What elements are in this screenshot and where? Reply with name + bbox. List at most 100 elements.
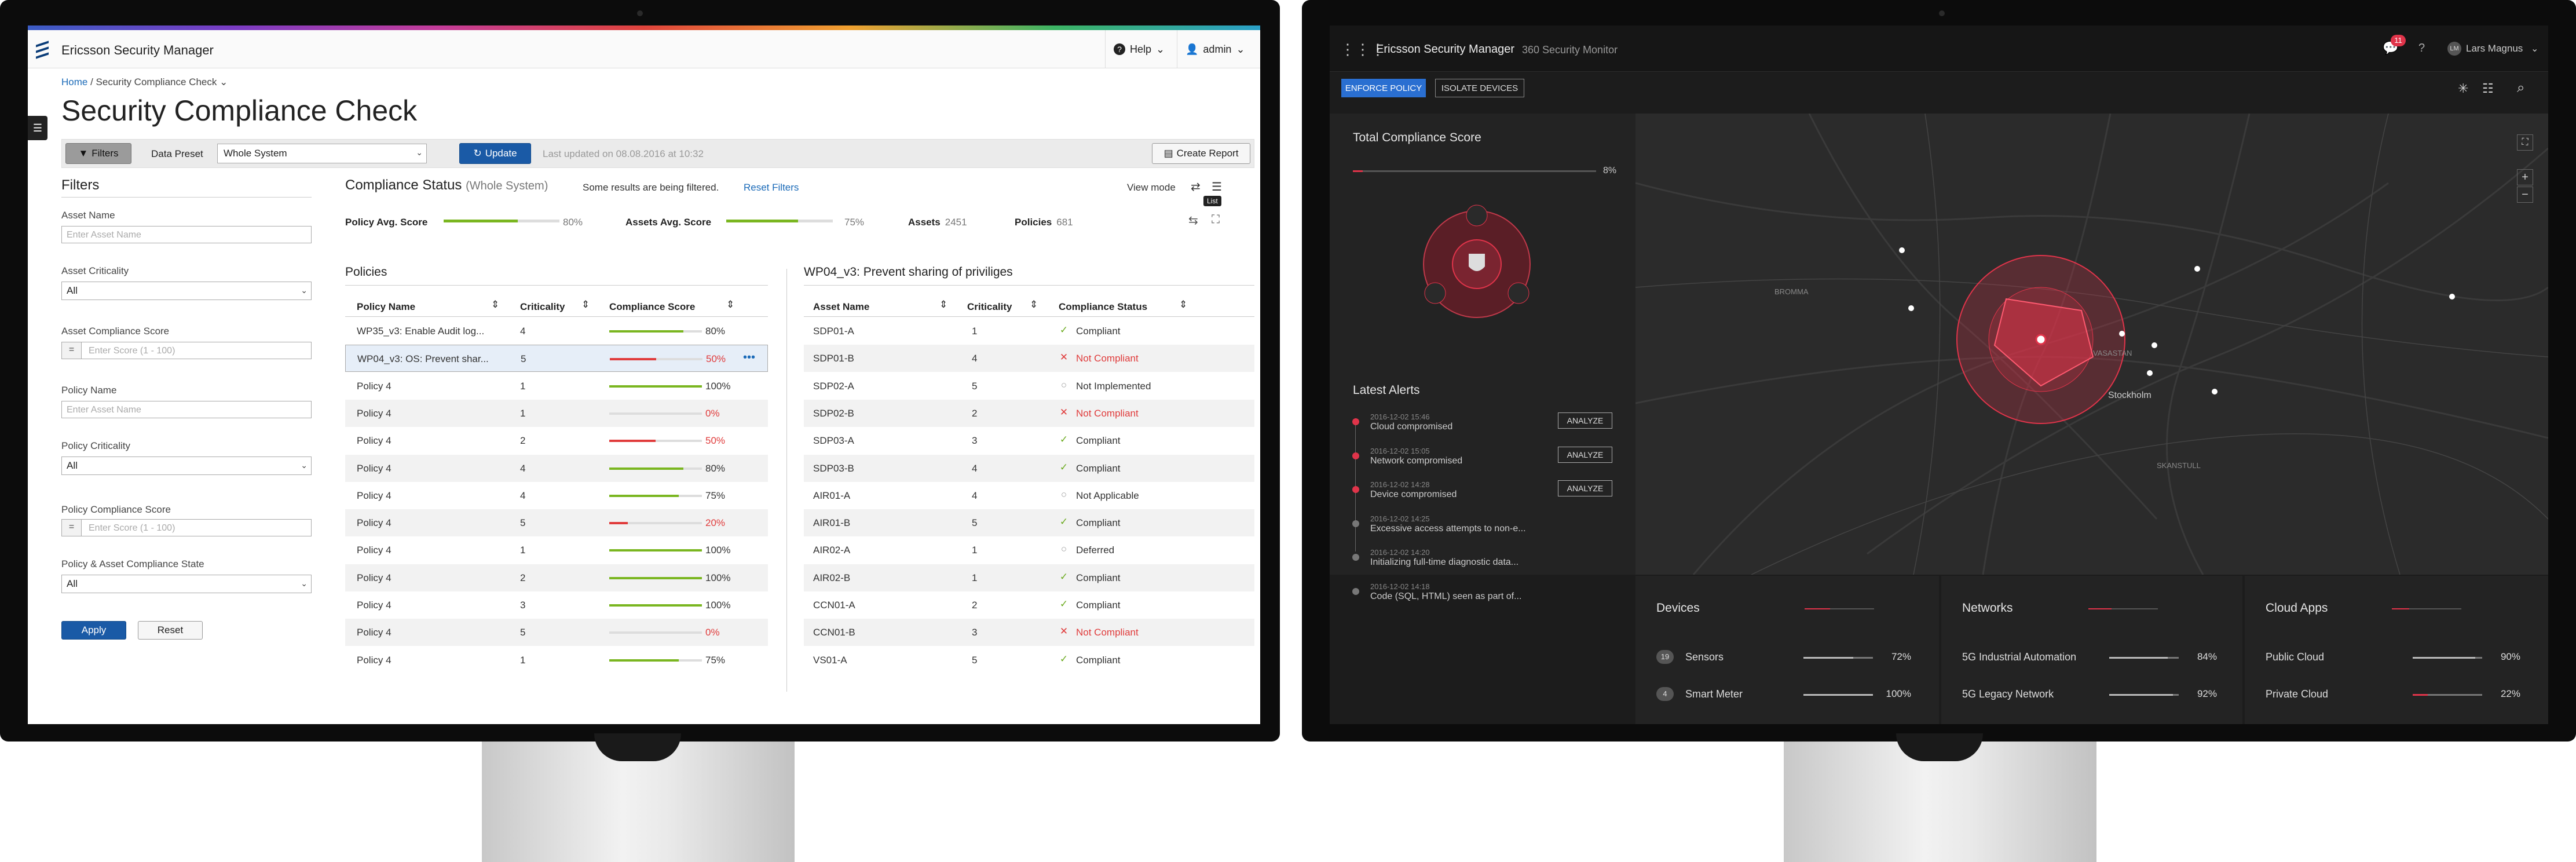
avatar[interactable]: LM	[2447, 42, 2461, 56]
compliance-state-select[interactable]: All ⌄	[61, 575, 312, 593]
devices-item[interactable]: 4 Smart Meter 100%	[1656, 687, 1911, 702]
asset-score-input[interactable]: = Enter Score (1 - 100)	[61, 342, 312, 359]
table-row[interactable]: Policy 4 1 100%	[345, 372, 768, 400]
column-header-compliance-score[interactable]: Compliance Score	[609, 301, 695, 313]
map-marker-icon[interactable]	[1908, 305, 1914, 311]
networks-item[interactable]: 5G Legacy Network 92%	[1962, 688, 2217, 702]
create-report-button[interactable]: ▤ Create Report	[1152, 143, 1250, 164]
analyze-button[interactable]: ANALYZE	[1558, 412, 1612, 429]
zoom-out-icon[interactable]: −	[2517, 187, 2533, 203]
isolate-devices-button[interactable]: ISOLATE DEVICES	[1435, 79, 1524, 97]
table-row[interactable]: CCN01-B 3 ✕ Not Compliant	[804, 619, 1254, 646]
map-fullscreen-icon[interactable]: ⛶	[2517, 134, 2533, 151]
cloud-item[interactable]: Private Cloud 22%	[2266, 688, 2520, 702]
fullscreen-icon[interactable]: ⛶	[1212, 213, 1220, 227]
sort-icon[interactable]: ⇕	[726, 299, 734, 311]
table-row[interactable]: Policy 4 5 0%	[345, 619, 768, 646]
count-badge: 19	[1656, 650, 1674, 664]
settings-icon[interactable]: ✳	[2458, 81, 2468, 96]
table-row[interactable]: AIR01-A 4 ○ Not Applicable	[804, 482, 1254, 509]
cloud-pct: 22%	[2500, 688, 2520, 699]
column-header-criticality[interactable]: Criticality	[520, 301, 565, 313]
apply-button[interactable]: Apply	[61, 621, 126, 640]
map-marker-icon[interactable]	[2119, 331, 2125, 337]
threat-marker-icon[interactable]	[2035, 334, 2047, 345]
sort-icon[interactable]: ⇕	[491, 299, 499, 311]
table-row[interactable]: Policy 4 3 100%	[345, 591, 768, 619]
reset-filters-link[interactable]: Reset Filters	[744, 182, 799, 193]
map-marker-icon[interactable]	[2212, 389, 2218, 395]
enforce-policy-button[interactable]: ENFORCE POLICY	[1341, 79, 1426, 97]
table-row[interactable]: WP04_v3: OS: Prevent shar... 5 50% •••	[345, 345, 768, 372]
sort-icon[interactable]: ⇕	[1179, 299, 1187, 311]
table-row[interactable]: Policy 4 1 100%	[345, 536, 768, 564]
update-button[interactable]: ↻ Update	[459, 143, 531, 164]
map-marker-icon[interactable]	[1899, 247, 1905, 253]
table-row[interactable]: Policy 4 4 80%	[345, 454, 768, 482]
threat-map[interactable]: Stockholm VASASTAN SKANSTULL BROMMA ⛶ + …	[1635, 114, 2548, 575]
table-row[interactable]: Policy 4 5 20%	[345, 509, 768, 537]
error-icon: ✕	[1059, 406, 1069, 418]
table-row[interactable]: SDP01-B 4 ✕ Not Compliant	[804, 345, 1254, 372]
sort-icon[interactable]: ⇕	[581, 299, 590, 311]
collapse-icon[interactable]: ⇆	[1188, 213, 1198, 228]
asset-name-input[interactable]: Enter Asset Name	[61, 226, 312, 243]
breadcrumb-home[interactable]: Home	[61, 76, 87, 87]
reset-button[interactable]: Reset	[138, 621, 203, 640]
policy-score-input[interactable]: = Enter Score (1 - 100)	[61, 519, 312, 536]
table-row[interactable]: SDP03-B 4 ✓ Compliant	[804, 454, 1254, 482]
devices-item[interactable]: 19 Sensors 72%	[1656, 650, 1911, 665]
help-menu[interactable]: ? Help ⌄	[1105, 30, 1177, 68]
chevron-down-icon[interactable]: ⌄	[219, 76, 228, 87]
user-name[interactable]: Lars Magnus	[2466, 43, 2523, 54]
zoom-in-icon[interactable]: +	[2517, 169, 2533, 185]
map-marker-icon[interactable]	[2449, 294, 2455, 299]
analyze-button[interactable]: ANALYZE	[1558, 446, 1612, 463]
table-row[interactable]: AIR01-B 5 ✓ Compliant	[804, 509, 1254, 537]
equals-icon[interactable]: =	[62, 520, 82, 536]
app-subtitle: 360 Security Monitor	[1522, 44, 1618, 56]
table-row[interactable]: WP35_v3: Enable Audit log... 4 80%	[345, 317, 768, 345]
search-icon[interactable]: ⌕	[2517, 80, 2524, 96]
policy-criticality-select[interactable]: All ⌄	[61, 456, 312, 475]
table-row[interactable]: SDP03-A 3 ✓ Compliant	[804, 427, 1254, 454]
table-row[interactable]: AIR02-A 1 ○ Deferred	[804, 536, 1254, 564]
list-view-icon[interactable]: ☰	[1212, 180, 1222, 194]
sort-icon[interactable]: ⇕	[1030, 299, 1038, 311]
table-row[interactable]: SDP02-B 2 ✕ Not Compliant	[804, 399, 1254, 427]
asset-criticality-select[interactable]: All ⌄	[61, 282, 312, 300]
table-row[interactable]: Policy 4 1 0%	[345, 399, 768, 427]
chevron-down-icon[interactable]: ⌄	[2531, 43, 2538, 54]
table-row[interactable]: SDP01-A 1 ✓ Compliant	[804, 317, 1254, 345]
column-header-compliance-status[interactable]: Compliance Status	[1059, 301, 1147, 313]
equals-icon[interactable]: =	[62, 342, 82, 359]
table-row[interactable]: AIR02-B 1 ✓ Compliant	[804, 564, 1254, 591]
policy-name-input[interactable]: Enter Asset Name	[61, 401, 312, 418]
user-menu[interactable]: 👤 admin ⌄	[1177, 30, 1260, 68]
data-preset-select[interactable]: Whole System ⌄	[217, 144, 427, 163]
networks-item[interactable]: 5G Industrial Automation 84%	[1962, 651, 2217, 665]
more-options-icon[interactable]: •••	[743, 351, 755, 364]
table-row[interactable]: Policy 4 2 50%	[345, 427, 768, 454]
map-marker-icon[interactable]	[2147, 370, 2153, 376]
tile-view-icon[interactable]: ⇄	[1191, 180, 1201, 194]
help-icon[interactable]: ?	[2418, 42, 2425, 55]
map-marker-icon[interactable]	[2194, 266, 2200, 272]
analyze-button[interactable]: ANALYZE	[1558, 480, 1612, 496]
breadcrumb-current[interactable]: Security Compliance Check	[96, 76, 217, 87]
sidebar-toggle-icon[interactable]: ☰	[28, 116, 47, 140]
table-row[interactable]: Policy 4 2 100%	[345, 564, 768, 591]
column-header-asset-name[interactable]: Asset Name	[813, 301, 869, 313]
layers-icon[interactable]: ☷	[2482, 81, 2494, 96]
table-row[interactable]: Policy 4 4 75%	[345, 482, 768, 509]
filters-button[interactable]: ▼ Filters	[65, 143, 131, 164]
column-header-asset-criticality[interactable]: Criticality	[967, 301, 1012, 313]
sort-icon[interactable]: ⇕	[939, 299, 947, 311]
cloud-item[interactable]: Public Cloud 90%	[2266, 651, 2520, 665]
table-row[interactable]: SDP02-A 5 ○ Not Implemented	[804, 372, 1254, 400]
table-row[interactable]: VS01-A 5 ✓ Compliant	[804, 646, 1254, 674]
table-row[interactable]: Policy 4 1 75%	[345, 646, 768, 674]
table-row[interactable]: CCN01-A 2 ✓ Compliant	[804, 591, 1254, 619]
map-marker-icon[interactable]	[2151, 342, 2157, 348]
column-header-policy-name[interactable]: Policy Name	[357, 301, 415, 313]
